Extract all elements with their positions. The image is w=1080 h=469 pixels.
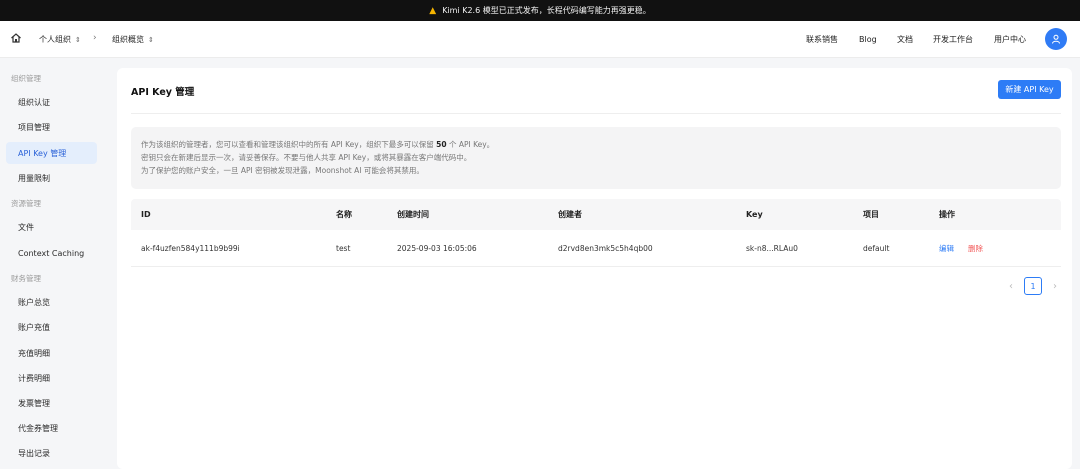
org-switcher[interactable]: 个人组织 ⇕ [39,21,81,58]
nav-blog[interactable]: Blog [859,21,877,58]
col-header-actions: 操作 [939,210,955,219]
col-header-id: ID [141,210,151,219]
delete-button[interactable]: 删除 [968,243,983,254]
col-header-key: Key [746,210,763,219]
updown-chevron-icon: ⇕ [75,35,81,44]
new-api-key-button[interactable]: 新建 API Key [998,80,1061,99]
cell-actions: 编辑 删除 [939,230,983,266]
sidebar-item-projects[interactable]: 项目管理 [6,116,97,138]
sidebar-item-files[interactable]: 文件 [6,216,97,238]
home-icon[interactable] [10,32,22,44]
divider [131,113,1061,114]
cell-project: default [863,243,890,253]
sidebar: 组织管理 组织认证 项目管理 API Key 管理 用量限制 资源管理 文件 C… [0,58,104,469]
api-key-table: ID 名称 创建时间 创建者 Key 项目 操作 ak-f4uzfen584y1… [131,199,1061,267]
sidebar-item-export-records[interactable]: 导出记录 [6,442,97,464]
table-row: ak-f4uzfen584y111b9b99i test 2025-09-03 … [131,230,1061,267]
sidebar-item-org-verify[interactable]: 组织认证 [6,91,97,113]
nav-contact-sales[interactable]: 联系销售 [806,21,838,58]
sidebar-item-api-keys[interactable]: API Key 管理 [6,142,97,164]
sidebar-group-resources: 资源管理 [11,199,41,208]
prev-page-icon[interactable]: ‹ [1002,277,1020,295]
cell-name: test [336,243,351,253]
breadcrumb-separator-icon: › [93,33,97,43]
sidebar-group-finance: 财务管理 [11,274,41,283]
nav-user-center[interactable]: 用户中心 [994,21,1026,58]
sidebar-item-invoices[interactable]: 发票管理 [6,392,97,414]
col-header-creator: 创建者 [558,210,582,219]
cell-created: 2025-09-03 16:05:06 [397,243,477,253]
notice-line-3: 为了保护您的账户安全，一旦 API 密钥被发现泄露，Moonshot AI 可能… [141,166,424,175]
updown-chevron-icon: ⇕ [148,35,154,44]
notice-line-2: 密钥只会在新建后显示一次，请妥善保存。不要与他人共享 API Key，或将其暴露… [141,153,472,162]
cell-id: ak-f4uzfen584y111b9b99i [141,243,240,253]
top-bar: 个人组织 ⇕ › 组织概览 ⇕ 联系销售 Blog 文档 开发工作台 用户中心 [0,21,1080,58]
user-icon [1052,34,1060,44]
sidebar-group-org: 组织管理 [11,74,41,83]
nav-dev-console[interactable]: 开发工作台 [933,21,973,58]
main-panel: API Key 管理 新建 API Key 作为该组织的管理者，您可以查看和管理… [117,68,1072,469]
sidebar-item-rate-limits[interactable]: 用量限制 [6,167,97,189]
sidebar-item-billing-details[interactable]: 计费明细 [6,367,97,389]
sidebar-item-recharge-details[interactable]: 充值明细 [6,342,97,364]
sidebar-item-account-overview[interactable]: 账户总览 [6,291,97,313]
page-number[interactable]: 1 [1024,277,1042,295]
banner-text: Kimi K2.6 模型已正式发布，长程代码编写能力再强更稳。 [442,6,651,15]
info-notice: 作为该组织的管理者，您可以查看和管理该组织中的所有 API Key，组织下最多可… [131,127,1061,189]
cell-key: sk-n8...RLAu0 [746,243,798,253]
table-header: ID 名称 创建时间 创建者 Key 项目 操作 [131,199,1061,230]
announcement-banner[interactable]: ▲ Kimi K2.6 模型已正式发布，长程代码编写能力再强更稳。 [0,0,1080,21]
cell-creator: d2rvd8en3mk5c5h4qb00 [558,243,653,253]
sparkle-icon: ▲ [429,5,437,16]
nav-docs[interactable]: 文档 [897,21,913,58]
pagination: ‹ 1 › [1002,277,1064,295]
col-header-created: 创建时间 [397,210,429,219]
sidebar-item-context-caching[interactable]: Context Caching [6,242,97,264]
col-header-name: 名称 [336,210,352,219]
edit-button[interactable]: 编辑 [939,243,954,254]
sidebar-item-recharge[interactable]: 账户充值 [6,316,97,338]
page-title: API Key 管理 [131,87,195,98]
page-switcher-label: 组织概览 [112,35,144,44]
org-switcher-label: 个人组织 [39,35,71,44]
notice-line-1: 作为该组织的管理者，您可以查看和管理该组织中的所有 API Key，组织下最多可… [141,140,495,149]
col-header-project: 项目 [863,210,879,219]
sidebar-item-vouchers[interactable]: 代金券管理 [6,417,97,439]
next-page-icon[interactable]: › [1046,277,1064,295]
page-switcher[interactable]: 组织概览 ⇕ [112,21,154,58]
avatar[interactable] [1045,28,1067,50]
